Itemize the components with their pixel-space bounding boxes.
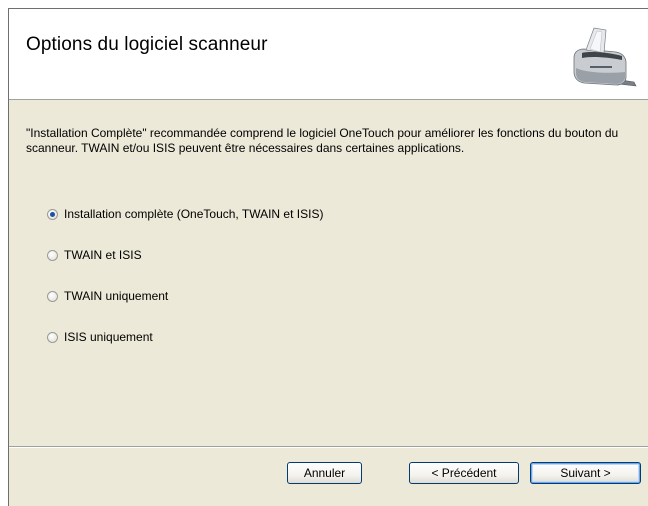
option-label: Installation complète (OneTouch, TWAIN e… bbox=[64, 207, 324, 221]
option-twain-and-isis[interactable]: TWAIN et ISIS bbox=[47, 247, 142, 263]
page-title: Options du logiciel scanneur bbox=[26, 34, 268, 55]
option-label: TWAIN et ISIS bbox=[64, 248, 142, 262]
radio-unselected-icon[interactable] bbox=[47, 331, 58, 343]
scanner-icon bbox=[564, 22, 644, 96]
option-label: TWAIN uniquement bbox=[64, 289, 169, 303]
option-full-installation[interactable]: Installation complète (OneTouch, TWAIN e… bbox=[47, 206, 323, 222]
option-twain-only[interactable]: TWAIN uniquement bbox=[47, 288, 168, 304]
dialog-header: Options du logiciel scanneur bbox=[9, 9, 648, 100]
radio-unselected-icon[interactable] bbox=[47, 290, 58, 302]
cancel-button[interactable]: Annuler bbox=[287, 462, 362, 484]
installer-dialog: Options du logiciel scanneur "Installati… bbox=[8, 8, 648, 506]
radio-selected-icon[interactable] bbox=[47, 208, 58, 220]
next-button[interactable]: Suivant > bbox=[530, 462, 641, 484]
option-isis-only[interactable]: ISIS uniquement bbox=[47, 329, 153, 345]
back-button[interactable]: < Précédent bbox=[409, 462, 519, 484]
option-label: ISIS uniquement bbox=[64, 330, 153, 344]
radio-unselected-icon[interactable] bbox=[47, 249, 58, 261]
description-text: "Installation Complète" recommandée comp… bbox=[26, 126, 619, 155]
footer-separator bbox=[9, 446, 648, 448]
